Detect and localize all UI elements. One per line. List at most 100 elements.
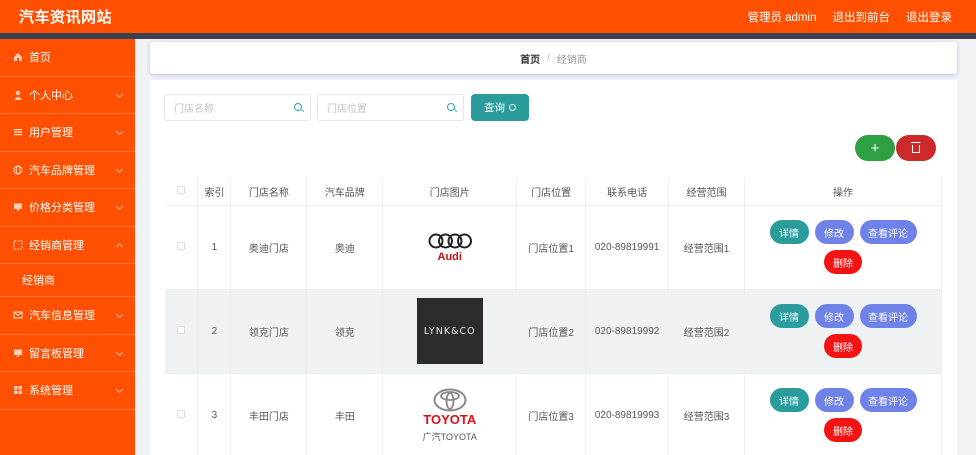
chevron-down-icon	[115, 311, 124, 319]
monitor-icon	[12, 202, 23, 213]
grid-icon	[12, 385, 23, 396]
select-all-checkbox[interactable]	[177, 185, 186, 194]
search-icon	[294, 103, 302, 111]
table-row: 2 领克门店 领克 LYNK&CO 门店位置2 020-89819992 经营范…	[165, 289, 942, 374]
sidebar: 首页 个人中心 用户管理 汽车品牌管理 价格分类管理 经销商管理 经销商 汽车信…	[0, 39, 135, 455]
sidebar-item-label: 经销商	[22, 275, 55, 287]
detail-button[interactable]: 详情	[769, 220, 809, 244]
row-location: 门店位置1	[516, 205, 587, 290]
store-name-input[interactable]: 门店名称	[164, 94, 311, 121]
delete-button[interactable]: 删除	[824, 334, 862, 358]
dealer-table: 索引 门店名称 汽车品牌 门店图片 门店位置 联系电话 经营范围 操作 1 奥迪…	[165, 178, 942, 455]
row-index: 1	[197, 205, 232, 290]
search-button[interactable]: 查询	[471, 94, 529, 121]
column-header: 联系电话	[585, 178, 670, 206]
row-checkbox[interactable]	[177, 409, 186, 418]
toyota-wordmark: TOYOTA	[423, 411, 477, 427]
sidebar-item-car-info[interactable]: 汽车信息管理	[0, 297, 135, 335]
view-reviews-button[interactable]: 查看评论	[859, 304, 917, 328]
site-title: 汽车资讯网站	[19, 9, 113, 26]
header-actions: 管理员 admin 退出到前台 退出登录	[747, 9, 952, 25]
monitor-icon	[12, 347, 23, 358]
sidebar-item-label: 汽车信息管理	[29, 310, 95, 323]
row-checkbox[interactable]	[177, 241, 186, 250]
chevron-down-icon	[115, 128, 124, 136]
back-to-front-link[interactable]: 退出到前台	[833, 9, 891, 25]
row-brand: 领克	[306, 289, 384, 374]
sidebar-item-system[interactable]: 系统管理	[0, 372, 135, 410]
chevron-up-icon	[115, 242, 124, 250]
row-actions: 详情 修改 查看评论 删除	[744, 289, 942, 374]
select-all-cell[interactable]	[165, 178, 199, 206]
trash-icon	[911, 142, 921, 153]
view-reviews-button[interactable]: 查看评论	[859, 388, 917, 412]
edit-button[interactable]: 修改	[814, 304, 854, 328]
sidebar-item-home[interactable]: 首页	[0, 39, 135, 77]
lynkco-logo-image: LYNK&CO	[416, 298, 483, 364]
frame-icon	[12, 239, 23, 250]
detail-button[interactable]: 详情	[769, 388, 809, 412]
detail-button[interactable]: 详情	[769, 304, 809, 328]
breadcrumb-home[interactable]: 首页	[520, 51, 540, 66]
column-header: 门店名称	[230, 178, 308, 206]
column-header: 索引	[197, 178, 232, 206]
row-store-name: 奥迪门店	[230, 205, 308, 290]
column-header: 门店位置	[516, 178, 587, 206]
row-phone: 020-89819991	[585, 205, 670, 290]
sidebar-item-label: 首页	[29, 52, 51, 65]
sidebar-item-users[interactable]: 用户管理	[0, 114, 135, 152]
sidebar-item-label: 汽车品牌管理	[29, 164, 95, 177]
toyota-emblem-icon	[433, 388, 467, 411]
lynkco-wordmark: LYNK&CO	[423, 325, 476, 337]
breadcrumb-current: 经销商	[556, 54, 587, 66]
user-icon	[12, 89, 23, 100]
sidebar-item-label: 价格分类管理	[29, 202, 95, 215]
chevron-down-icon	[115, 386, 124, 394]
home-icon	[12, 52, 23, 63]
sidebar-item-message-board[interactable]: 留言板管理	[0, 335, 135, 372]
row-phone: 020-89819993	[585, 373, 670, 455]
row-scope: 经营范围3	[668, 373, 745, 455]
main-panel: 门店名称 门店位置 查询 + 索引 门店名称 汽车品牌 门店图片 门店位置 联系…	[150, 80, 957, 455]
row-checkbox[interactable]	[177, 325, 186, 334]
column-header: 操作	[744, 178, 942, 206]
row-scope: 经营范围2	[668, 289, 745, 374]
audi-logo-image: Audi	[428, 231, 472, 263]
admin-user-label: 管理员 admin	[747, 11, 817, 24]
chevron-down-icon	[115, 90, 124, 98]
batch-delete-button[interactable]	[896, 135, 936, 161]
row-actions: 详情 修改 查看评论 删除	[744, 373, 942, 455]
audi-wordmark: Audi	[437, 251, 462, 263]
view-reviews-button[interactable]: 查看评论	[859, 220, 917, 244]
sidebar-item-dealers[interactable]: 经销商管理	[0, 227, 135, 264]
store-location-input[interactable]: 门店位置	[317, 94, 464, 121]
mail-icon	[12, 310, 23, 321]
sidebar-subitem-dealer[interactable]: 经销商	[0, 264, 135, 297]
logout-link[interactable]: 退出登录	[906, 9, 952, 25]
delete-button[interactable]: 删除	[824, 418, 862, 442]
sidebar-item-car-brands[interactable]: 汽车品牌管理	[0, 152, 135, 189]
chevron-down-icon	[115, 203, 124, 211]
table-row: 3 丰田门店 丰田 TOYOTA 广汽TOYOTA 门店位置3 020-8981…	[165, 373, 942, 455]
edit-button[interactable]: 修改	[814, 388, 854, 412]
row-actions: 详情 修改 查看评论 删除	[744, 205, 942, 290]
row-index: 3	[197, 373, 232, 455]
toyota-logo-image: TOYOTA 广汽TOYOTA	[423, 388, 477, 443]
plus-icon: +	[870, 139, 880, 157]
column-header: 门店图片	[382, 178, 518, 206]
add-button[interactable]: +	[855, 135, 895, 161]
delete-button[interactable]: 删除	[824, 250, 862, 274]
globe-icon	[12, 164, 23, 175]
row-index: 2	[197, 289, 232, 374]
search-button-label: 查询	[484, 102, 505, 114]
chevron-down-icon	[115, 348, 124, 356]
table-row: 1 奥迪门店 奥迪 Audi 门店位置1 020-89819991 经营范围1 …	[165, 205, 942, 290]
row-store-name: 丰田门店	[230, 373, 308, 455]
sidebar-item-price-categories[interactable]: 价格分类管理	[0, 189, 135, 227]
sidebar-item-label: 经销商管理	[29, 239, 84, 252]
sidebar-item-profile[interactable]: 个人中心	[0, 77, 135, 114]
row-store-name: 领克门店	[230, 289, 308, 374]
sidebar-item-label: 系统管理	[29, 385, 73, 398]
edit-button[interactable]: 修改	[814, 220, 854, 244]
sidebar-item-label: 用户管理	[29, 127, 73, 140]
